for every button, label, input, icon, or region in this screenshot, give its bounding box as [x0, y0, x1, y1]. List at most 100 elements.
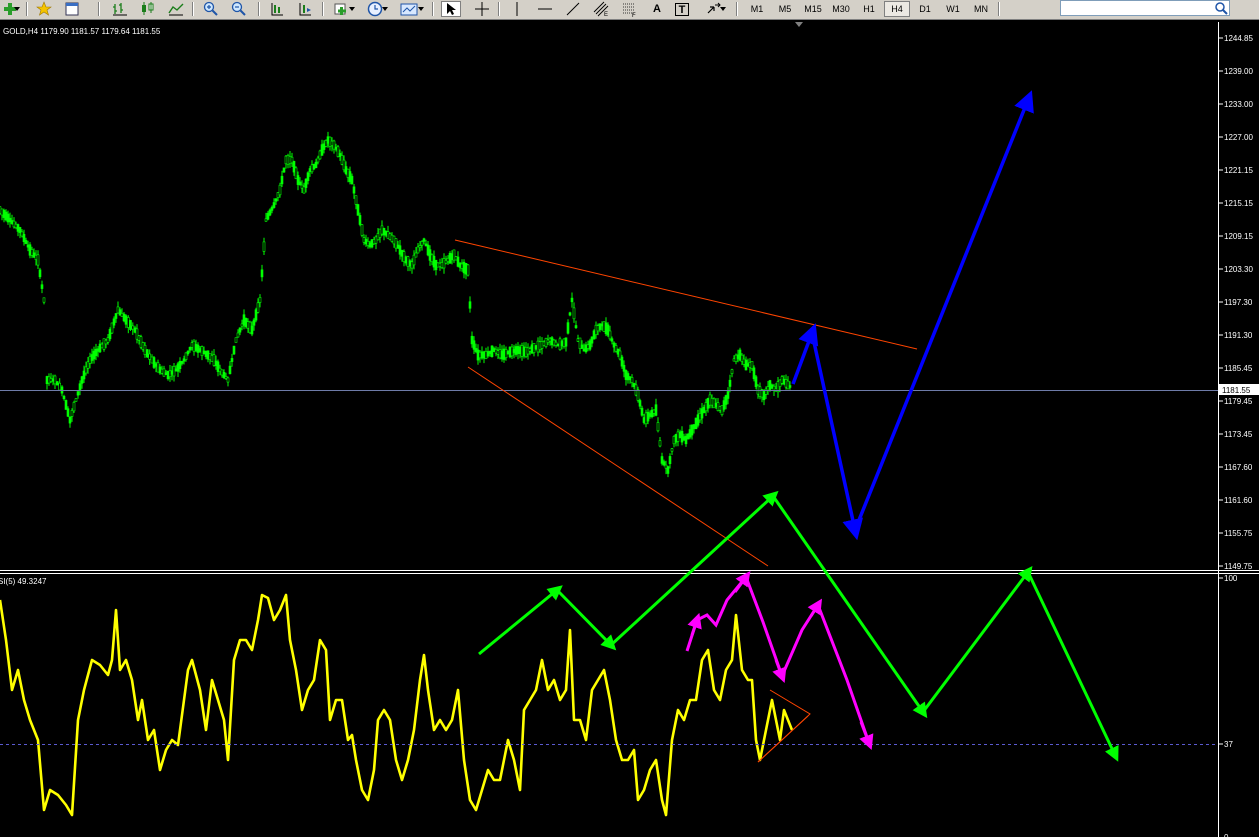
profiles-icon[interactable]	[62, 1, 82, 17]
search-input[interactable]	[1060, 0, 1230, 16]
price-axis-label: 1221.15	[1224, 166, 1253, 175]
chart-background	[0, 20, 1259, 837]
timeframe-m15-button[interactable]: M15	[800, 1, 826, 17]
timeframe-m1-button[interactable]: M1	[744, 1, 770, 17]
zoom-in-icon[interactable]	[201, 1, 221, 17]
candle-body	[314, 161, 318, 169]
timeframe-h1-button[interactable]: H1	[856, 1, 882, 17]
candle-body	[220, 369, 224, 376]
text-tool-button[interactable]: A	[647, 1, 667, 17]
chart-shift-icon[interactable]	[295, 1, 315, 17]
candle-body	[654, 404, 658, 416]
equidistant-channel-icon[interactable]: E	[591, 1, 611, 17]
candle-body	[196, 344, 200, 353]
price-axis-label: 1239.00	[1224, 67, 1253, 76]
candle-body	[730, 369, 734, 375]
toolbar-separator	[498, 2, 500, 16]
timeframe-mn-button[interactable]: MN	[968, 1, 994, 17]
candle-body	[638, 400, 642, 407]
price-axis-label: 1185.45	[1224, 364, 1253, 373]
indicators-dropdown-icon[interactable]	[347, 1, 357, 17]
candle-body	[354, 195, 358, 205]
price-axis-label: 1161.60	[1224, 496, 1253, 505]
candle-body	[466, 264, 470, 276]
price-axis-label: 1233.00	[1224, 100, 1253, 109]
timeframe-m30-button[interactable]: M30	[828, 1, 854, 17]
price-axis-label: 1191.30	[1224, 331, 1253, 340]
candle-body	[160, 368, 164, 374]
bar-chart-icon[interactable]	[110, 1, 130, 17]
candle-body	[102, 338, 106, 350]
candle-body	[248, 321, 252, 334]
price-axis-label: 1227.00	[1224, 133, 1253, 142]
trendline-icon[interactable]	[563, 1, 583, 17]
candle-body	[110, 322, 114, 334]
candle-body	[640, 407, 644, 416]
candle-body	[116, 306, 120, 314]
timeframe-h4-button[interactable]: H4	[884, 1, 910, 17]
candle-body	[356, 204, 360, 216]
price-axis-label: 1179.45	[1224, 397, 1253, 406]
toolbar-separator	[26, 2, 28, 16]
zoom-out-icon[interactable]	[229, 1, 249, 17]
candle-body	[106, 337, 110, 343]
candle-body	[92, 350, 96, 360]
candle-body	[306, 172, 310, 181]
vertical-line-icon[interactable]	[507, 1, 527, 17]
candle-body	[146, 349, 149, 358]
timeframe-d1-button[interactable]: D1	[912, 1, 938, 17]
candle-body	[668, 456, 672, 464]
candle-body	[148, 353, 151, 360]
search-icon[interactable]	[1213, 0, 1229, 16]
indicator-axis-label-100: 100	[1224, 574, 1238, 583]
candle-body	[156, 362, 160, 373]
candle-body	[666, 466, 670, 474]
candle-body	[158, 366, 162, 374]
candle-body	[166, 370, 170, 380]
candle-body	[86, 361, 90, 369]
candle-body	[10, 220, 14, 224]
candle-body	[108, 328, 112, 340]
favorites-star-icon[interactable]	[34, 1, 54, 17]
candle-body	[272, 202, 276, 208]
candle-body	[240, 323, 244, 327]
price-chart[interactable]: 1244.85 1239.00 1233.00 1227.00 1221.15 1215.…	[0, 20, 1259, 837]
timeframe-w1-button[interactable]: W1	[940, 1, 966, 17]
candle-body	[124, 315, 128, 325]
candle-body	[754, 376, 758, 388]
tile-windows-icon[interactable]	[267, 1, 287, 17]
candle-body	[658, 440, 662, 447]
current-price-label: 1181.55	[1222, 386, 1251, 395]
candle-body	[468, 301, 472, 309]
line-chart-icon[interactable]	[166, 1, 186, 17]
svg-text:E: E	[604, 12, 608, 17]
candle-body	[64, 400, 68, 410]
candle-body	[258, 297, 262, 303]
timeframe-m5-button[interactable]: M5	[772, 1, 798, 17]
candle-body	[58, 382, 62, 391]
indicator-axis-label-37: 37	[1224, 740, 1233, 749]
candle-body	[244, 317, 248, 327]
candle-body	[53, 375, 57, 385]
candle-body	[94, 348, 98, 357]
candle-body	[580, 344, 584, 349]
templates-dropdown-icon[interactable]	[416, 1, 426, 17]
candlestick-chart-icon[interactable]	[138, 1, 158, 17]
candle-body	[170, 370, 174, 375]
text-label-button[interactable]: T	[675, 3, 689, 16]
crosshair-icon[interactable]	[472, 1, 492, 17]
toolbar-separator	[736, 2, 738, 16]
new-chart-dropdown-icon[interactable]	[12, 1, 22, 17]
arrows-dropdown-icon[interactable]	[718, 1, 728, 17]
candle-body	[212, 354, 216, 366]
candle-body	[350, 175, 354, 185]
toolbar-separator	[98, 2, 100, 16]
horizontal-line-icon[interactable]	[535, 1, 555, 17]
fibonacci-icon[interactable]: F	[619, 1, 639, 17]
candle-body	[206, 350, 210, 360]
cursor-icon[interactable]	[441, 1, 461, 17]
candle-body	[100, 343, 104, 349]
periods-dropdown-icon[interactable]	[380, 1, 390, 17]
candle-body	[150, 356, 154, 364]
candle-body	[208, 353, 212, 361]
